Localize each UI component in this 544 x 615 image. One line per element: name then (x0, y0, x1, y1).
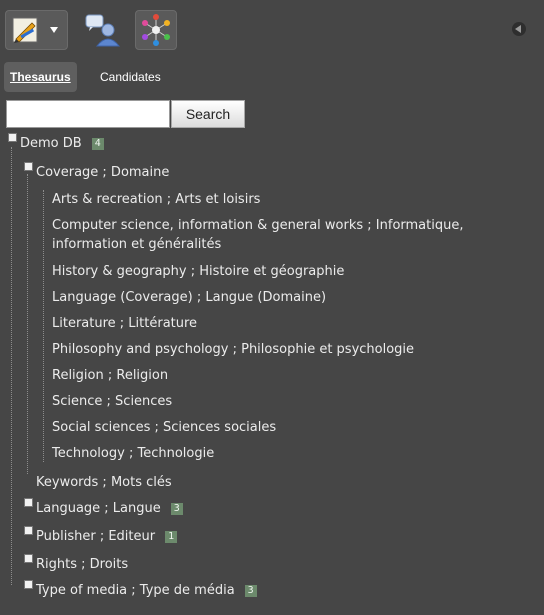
tree-leaf[interactable]: Language (Coverage) ; Langue (Domaine) (52, 290, 326, 305)
expand-toggle-icon[interactable] (24, 526, 33, 535)
users-chat-button[interactable] (78, 10, 126, 50)
tree-connector (11, 147, 12, 585)
tree-node-language[interactable]: Language ; Langue 3 (36, 501, 183, 516)
expand-toggle-icon[interactable] (8, 133, 17, 142)
tab-thesaurus[interactable]: Thesaurus (4, 62, 77, 92)
network-view-button[interactable] (135, 10, 177, 50)
tree-leaf[interactable]: Literature ; Littérature (52, 316, 197, 331)
count-badge: 3 (244, 585, 257, 597)
tree-node-demo-db[interactable]: Demo DB 4 (20, 136, 104, 151)
edit-pencil-icon (12, 17, 58, 43)
tree-leaf[interactable]: Computer science, information & general … (52, 216, 492, 254)
search-input[interactable] (6, 100, 170, 128)
tree-leaf[interactable]: Social sciences ; Sciences sociales (52, 420, 276, 435)
tree-node-type-of-media[interactable]: Type of media ; Type de média 3 (36, 583, 257, 598)
tree-node-coverage[interactable]: Coverage ; Domaine (36, 165, 169, 180)
expand-toggle-icon[interactable] (24, 162, 33, 171)
users-chat-icon (85, 14, 121, 47)
count-badge: 3 (170, 503, 183, 515)
tree-node-label: Publisher ; Editeur (36, 529, 156, 544)
tree-leaf[interactable]: History & geography ; Histoire et géogra… (52, 264, 344, 279)
tree-leaf[interactable]: Technology ; Technologie (52, 446, 214, 461)
tree-node-publisher[interactable]: Publisher ; Editeur 1 (36, 529, 178, 544)
tree-node-label: Demo DB (20, 136, 82, 151)
tree-node-label: Type of media ; Type de média (36, 583, 235, 598)
search-button[interactable]: Search (171, 100, 245, 128)
collapse-panel-icon[interactable] (512, 22, 526, 36)
toolbar (0, 0, 544, 58)
edit-menu-button[interactable] (5, 10, 68, 50)
tree-leaf[interactable]: Science ; Sciences (52, 394, 172, 409)
tree-leaf[interactable]: Religion ; Religion (52, 368, 168, 383)
count-badge: 4 (91, 138, 104, 150)
expand-toggle-icon[interactable] (24, 498, 33, 507)
count-badge: 1 (165, 531, 178, 543)
tree-node-label: Language ; Langue (36, 501, 161, 516)
tree-leaf[interactable]: Philosophy and psychology ; Philosophie … (52, 342, 414, 357)
tree-connector (27, 174, 28, 474)
expand-toggle-icon[interactable] (24, 554, 33, 563)
tab-candidates[interactable]: Candidates (94, 62, 167, 92)
tree-connector (43, 190, 44, 462)
tree-node-keywords[interactable]: Keywords ; Mots clés (36, 475, 172, 490)
network-star-icon (142, 14, 170, 46)
tree-node-rights[interactable]: Rights ; Droits (36, 557, 128, 572)
expand-toggle-icon[interactable] (24, 580, 33, 589)
tree-leaf[interactable]: Arts & recreation ; Arts et loisirs (52, 192, 260, 207)
